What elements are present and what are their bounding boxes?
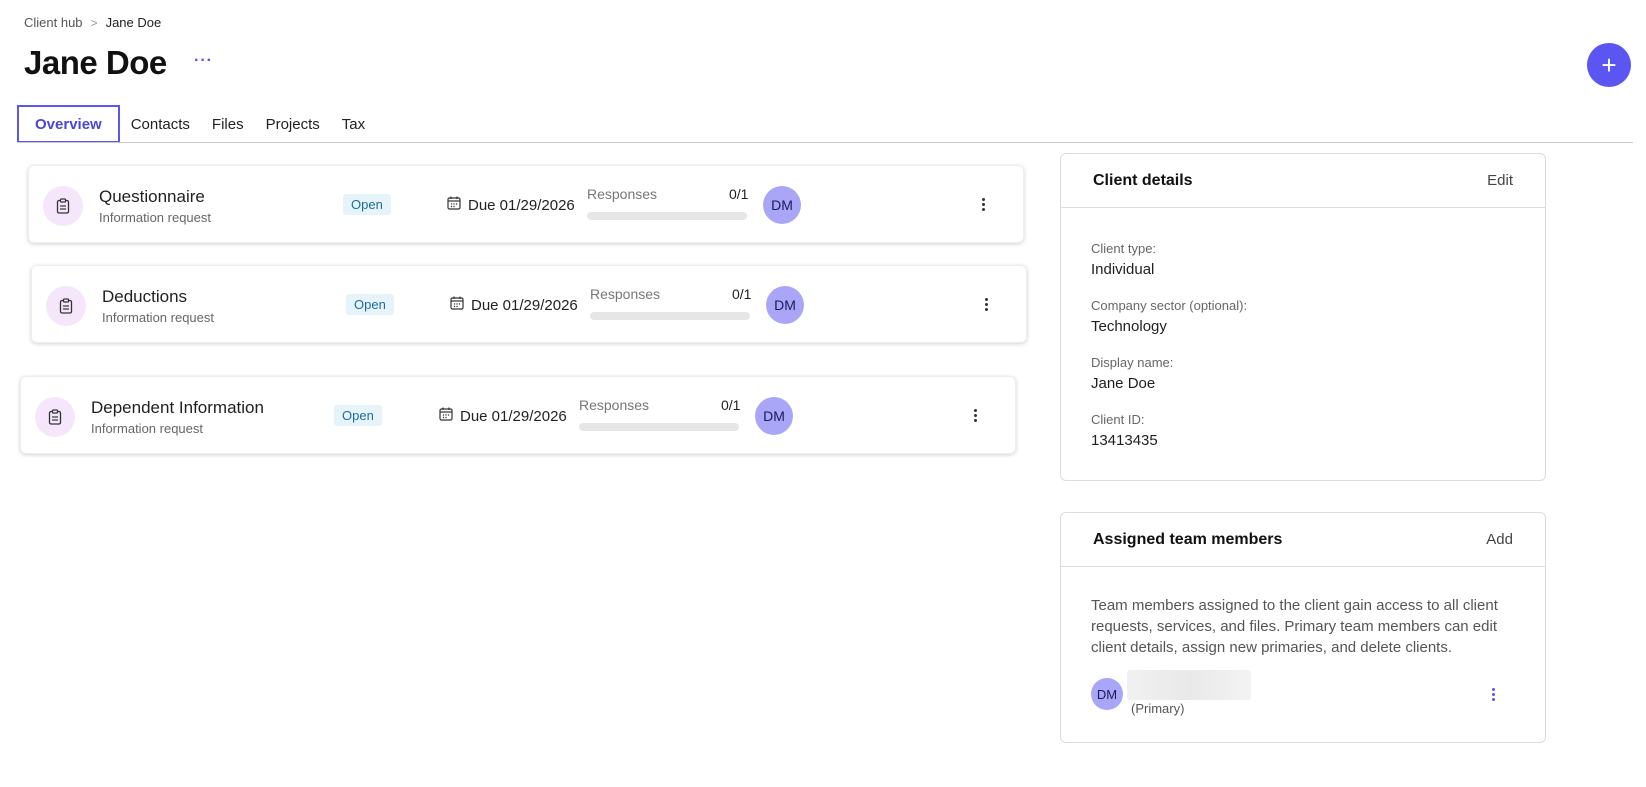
client-type-value: Individual xyxy=(1091,261,1155,278)
due-date-text: Due 01/29/2026 xyxy=(468,196,575,214)
team-member-more-icon[interactable] xyxy=(1487,684,1499,704)
team-description: Team members assigned to the client gain… xyxy=(1091,597,1498,656)
tab-projects[interactable]: Projects xyxy=(255,105,331,143)
tabs-divider xyxy=(17,142,1633,143)
page-title: Jane Doe xyxy=(24,44,167,81)
due-date: Due 01/29/2026 xyxy=(450,296,578,314)
more-options-button[interactable]: ··· xyxy=(194,53,213,69)
clipboard-icon xyxy=(43,186,83,226)
request-type: Information request xyxy=(99,210,212,225)
clipboard-icon xyxy=(46,286,86,326)
client-id-label: Client ID: xyxy=(1091,412,1145,427)
client-type-label: Client type: xyxy=(1091,241,1157,256)
breadcrumb-client-hub-link[interactable]: Client hub xyxy=(24,15,83,30)
team-member-avatar: DM xyxy=(1091,678,1123,710)
calendar-icon xyxy=(447,196,461,214)
clipboard-icon xyxy=(35,397,75,437)
display-name-label: Display name: xyxy=(1091,355,1174,370)
due-date-text: Due 01/29/2026 xyxy=(460,407,567,425)
calendar-icon xyxy=(439,407,453,425)
tab-bar: Overview Contacts Files Projects Tax xyxy=(17,105,376,143)
team-members-body: Team members assigned to the client gain… xyxy=(1061,567,1545,720)
team-members-title: Assigned team members xyxy=(1093,530,1283,548)
team-member-name-redacted xyxy=(1127,670,1251,700)
request-card-dependent-information[interactable]: Dependent Information Information reques… xyxy=(20,376,1016,454)
company-sector-label: Company sector (optional): xyxy=(1091,298,1248,313)
calendar-icon xyxy=(450,296,464,314)
more-vertical-icon[interactable] xyxy=(969,404,981,426)
due-date: Due 01/29/2026 xyxy=(447,196,575,214)
tab-files[interactable]: Files xyxy=(201,105,255,143)
team-members-header: Assigned team members Add xyxy=(1061,513,1545,567)
assignee-avatar[interactable]: DM xyxy=(766,286,804,324)
request-card-deductions[interactable]: Deductions Information request Open Due … xyxy=(31,265,1027,343)
responses-progress xyxy=(579,423,739,431)
display-name-value: Jane Doe xyxy=(1091,375,1156,392)
due-date-text: Due 01/29/2026 xyxy=(471,296,578,314)
responses-progress xyxy=(587,212,747,220)
more-vertical-icon[interactable] xyxy=(977,193,989,215)
add-button[interactable]: + xyxy=(1587,43,1631,87)
client-details-title: Client details xyxy=(1093,171,1193,189)
status-badge: Open xyxy=(343,194,391,215)
responses-label: Responses xyxy=(587,186,658,202)
responses-progress xyxy=(590,312,750,320)
tab-overview[interactable]: Overview xyxy=(17,105,120,143)
responses-label: Responses xyxy=(579,397,650,413)
breadcrumb: Client hub > Jane Doe xyxy=(24,15,161,30)
request-type: Information request xyxy=(91,421,204,436)
company-sector-value: Technology xyxy=(1091,318,1167,335)
responses-count: 0/1 xyxy=(729,186,749,202)
due-date: Due 01/29/2026 xyxy=(439,407,567,425)
request-title: Dependent Information xyxy=(91,398,264,417)
assignee-avatar[interactable]: DM xyxy=(763,186,801,224)
breadcrumb-separator: > xyxy=(90,15,98,30)
breadcrumb-current: Jane Doe xyxy=(105,15,162,30)
client-details-body: Client type: Individual Company sector (… xyxy=(1061,208,1545,449)
client-details-panel: Client details Edit Client type: Individ… xyxy=(1060,153,1546,481)
request-type: Information request xyxy=(102,310,215,325)
team-members-panel: Assigned team members Add Team members a… xyxy=(1060,512,1546,743)
add-team-member-button[interactable]: Add xyxy=(1486,531,1513,548)
responses-count: 0/1 xyxy=(732,286,752,302)
tab-tax[interactable]: Tax xyxy=(331,105,376,143)
request-title: Deductions xyxy=(102,287,188,306)
assignee-avatar[interactable]: DM xyxy=(755,397,793,435)
responses-count: 0/1 xyxy=(721,397,741,413)
status-badge: Open xyxy=(334,405,382,426)
team-member-row: DM (Primary) xyxy=(1091,670,1515,720)
more-vertical-icon[interactable] xyxy=(980,293,992,315)
status-badge: Open xyxy=(346,294,394,315)
request-title: Questionnaire xyxy=(99,187,205,206)
responses-label: Responses xyxy=(590,286,661,302)
tab-contacts[interactable]: Contacts xyxy=(120,105,201,143)
edit-client-button[interactable]: Edit xyxy=(1487,172,1513,189)
client-details-header: Client details Edit xyxy=(1061,154,1545,208)
request-card-questionnaire[interactable]: Questionnaire Information request Open D… xyxy=(28,165,1024,243)
client-id-value: 13413435 xyxy=(1091,432,1158,449)
team-member-role: (Primary) xyxy=(1131,701,1185,716)
